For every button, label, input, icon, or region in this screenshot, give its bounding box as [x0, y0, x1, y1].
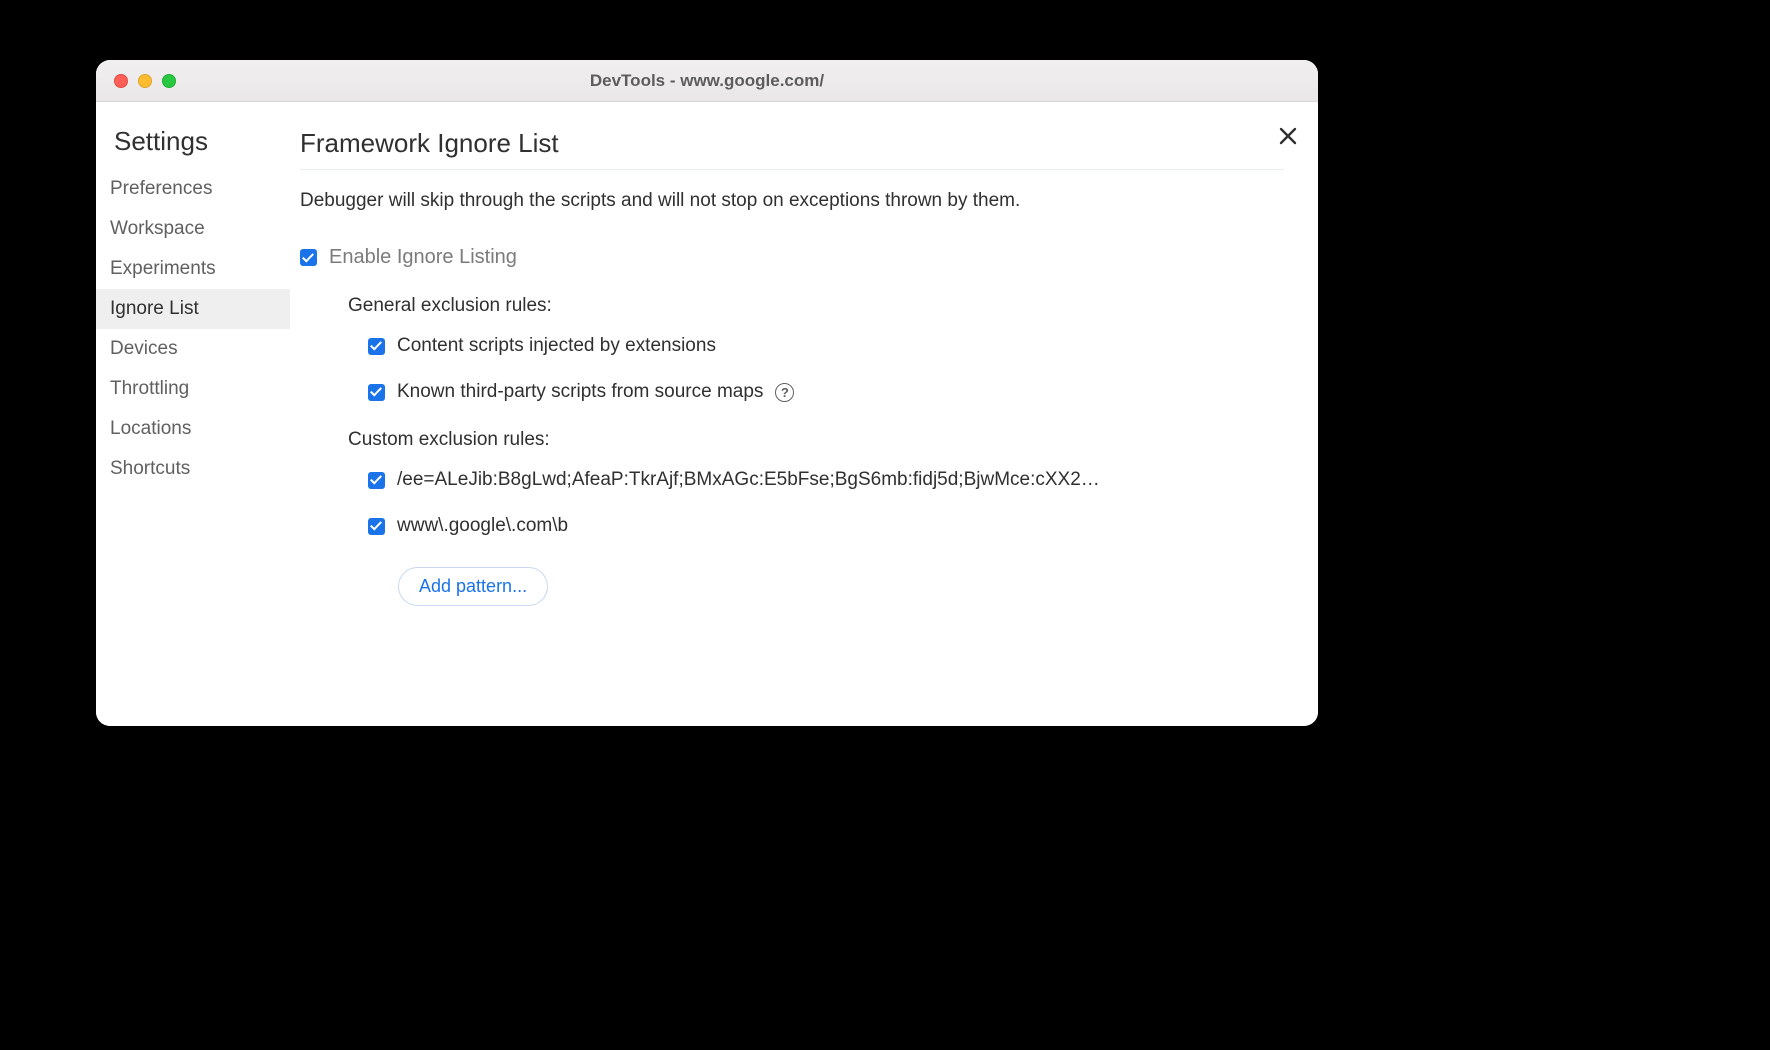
- third-party-scripts-checkbox[interactable]: [368, 384, 385, 401]
- sidebar-item-workspace[interactable]: Workspace: [96, 209, 290, 249]
- content-scripts-label: Content scripts injected by extensions: [397, 335, 716, 357]
- title-divider: [300, 169, 1284, 170]
- close-settings-button[interactable]: [1276, 124, 1300, 148]
- custom-rule-row: /ee=ALeJib:B8gLwd;AfeaP:TkrAjf;BMxAGc:E5…: [368, 469, 1284, 491]
- content-area: Settings Preferences Workspace Experimen…: [96, 102, 1318, 726]
- custom-rule-0-label[interactable]: /ee=ALeJib:B8gLwd;AfeaP:TkrAjf;BMxAGc:E5…: [397, 469, 1100, 491]
- page-description: Debugger will skip through the scripts a…: [300, 190, 1284, 212]
- general-rule-row: Content scripts injected by extensions: [368, 335, 1284, 357]
- enable-ignore-listing-label: Enable Ignore Listing: [329, 246, 517, 269]
- traffic-lights: [96, 74, 176, 88]
- sidebar-item-shortcuts[interactable]: Shortcuts: [96, 449, 290, 489]
- sidebar-item-preferences[interactable]: Preferences: [96, 169, 290, 209]
- window-titlebar: DevTools - www.google.com/: [96, 60, 1318, 102]
- window-title: DevTools - www.google.com/: [96, 71, 1318, 91]
- custom-rule-1-checkbox[interactable]: [368, 518, 385, 535]
- close-icon: [1276, 124, 1300, 148]
- general-rule-row: Known third-party scripts from source ma…: [368, 381, 1284, 403]
- minimize-window-button[interactable]: [138, 74, 152, 88]
- third-party-scripts-label: Known third-party scripts from source ma…: [397, 381, 763, 403]
- zoom-window-button[interactable]: [162, 74, 176, 88]
- main-panel: Framework Ignore List Debugger will skip…: [290, 102, 1318, 726]
- custom-rule-0-checkbox[interactable]: [368, 472, 385, 489]
- sidebar-item-throttling[interactable]: Throttling: [96, 369, 290, 409]
- custom-rules-section: Custom exclusion rules: /ee=ALeJib:B8gLw…: [348, 429, 1284, 606]
- help-icon[interactable]: ?: [775, 383, 794, 402]
- general-rules-section: General exclusion rules: Content scripts…: [348, 295, 1284, 403]
- enable-ignore-listing-checkbox[interactable]: [300, 249, 317, 266]
- general-rules-heading: General exclusion rules:: [348, 295, 1284, 317]
- close-window-button[interactable]: [114, 74, 128, 88]
- sidebar-item-locations[interactable]: Locations: [96, 409, 290, 449]
- sidebar-item-devices[interactable]: Devices: [96, 329, 290, 369]
- content-scripts-checkbox[interactable]: [368, 338, 385, 355]
- settings-sidebar: Settings Preferences Workspace Experimen…: [96, 102, 290, 726]
- devtools-window: DevTools - www.google.com/ Settings Pref…: [96, 60, 1318, 726]
- sidebar-item-ignore-list[interactable]: Ignore List: [96, 289, 290, 329]
- custom-rule-row: www\.google\.com\b: [368, 515, 1284, 537]
- custom-rules-heading: Custom exclusion rules:: [348, 429, 1284, 451]
- custom-rule-1-label[interactable]: www\.google\.com\b: [397, 515, 568, 537]
- sidebar-item-experiments[interactable]: Experiments: [96, 249, 290, 289]
- page-title: Framework Ignore List: [300, 128, 1284, 169]
- sidebar-title: Settings: [96, 126, 290, 169]
- add-pattern-button[interactable]: Add pattern...: [398, 567, 548, 606]
- enable-ignore-listing-row: Enable Ignore Listing: [300, 246, 1284, 269]
